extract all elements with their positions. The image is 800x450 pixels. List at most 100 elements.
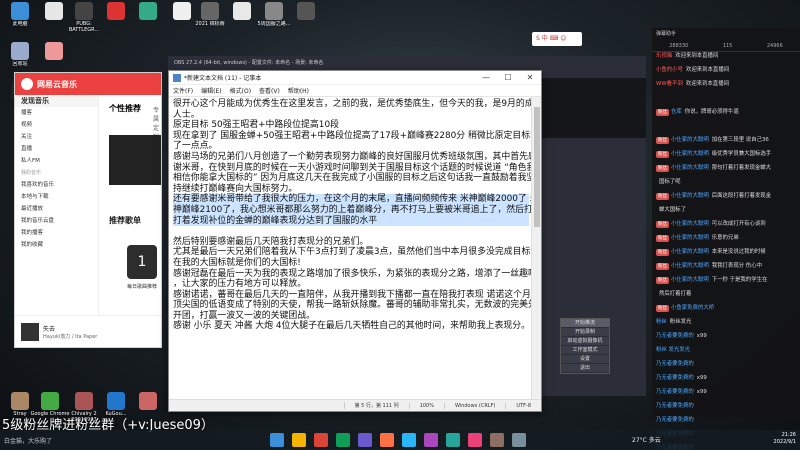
menu-edit[interactable]: 编辑(E)	[201, 86, 221, 95]
close-icon[interactable]: ✕	[519, 73, 541, 82]
danmaku-username[interactable]: 小仕家的大聪明	[671, 165, 709, 171]
tab-recommend[interactable]: 个性推荐	[109, 103, 141, 114]
sidebar-item-liked[interactable]: 我喜欢的音乐	[15, 179, 98, 191]
ime-indicator[interactable]: S 中 ⌨ ☺	[532, 32, 582, 46]
studio-mode-button[interactable]: 工作室模式	[561, 346, 609, 355]
sidebar-item-discover[interactable]: 发现音乐	[15, 95, 98, 107]
taskbar-app-icon[interactable]	[424, 433, 438, 447]
notepad-window[interactable]: *新建文本文档 (11) - 记事本 — ☐ ✕ 文件(F) 编辑(E) 格式(…	[168, 70, 542, 412]
sidebar-item-fm[interactable]: 私人FM	[15, 155, 98, 167]
danmaku-username[interactable]: 乃无者要免费的	[656, 375, 694, 381]
menu-help[interactable]: 帮助(H)	[288, 86, 309, 95]
danmaku-message: 粉丝 发光发光	[652, 346, 800, 360]
music-app-window[interactable]: 网易云音乐 发现音乐 播客 视频 关注 直播 私人FM 我的音乐 我喜欢的音乐 …	[14, 72, 162, 348]
danmaku-username[interactable]: 乃无者要免费的	[656, 389, 694, 395]
sidebar-item-my-podcast[interactable]: 我的播客	[15, 227, 98, 239]
danmaku-username[interactable]: 小鱼家免费的大桥	[671, 305, 714, 311]
menu-format[interactable]: 格式(O)	[230, 86, 251, 95]
danmaku-panel[interactable]: 弹幕助手 288330 115 24966 乐视猫 欢迎来到本直播间 小鱼的小号 欢迎…	[652, 28, 800, 450]
app-icon	[297, 2, 315, 20]
app-icon	[75, 2, 93, 20]
danmaku-username[interactable]: 小仕家的大聪明	[671, 193, 709, 199]
danmaku-username[interactable]: 小鱼的小号	[656, 67, 683, 73]
danmaku-username[interactable]: 仓库	[671, 109, 682, 115]
exit-button[interactable]: 退出	[561, 364, 609, 373]
sidebar-item-video[interactable]: 视频	[15, 119, 98, 131]
danmaku-username[interactable]: 粉丝 发光发光	[656, 347, 690, 353]
text-line: 感谢马场的兄弟们八月创造了一个勤劳表现努力巅峰的良好国服月优秀班级氛围，其中首先…	[173, 151, 531, 162]
danmaku-username[interactable]: 小仕家的大聪明	[671, 235, 709, 241]
taskbar-app-icon[interactable]	[292, 433, 306, 447]
danmaku-username[interactable]: 乃无者要免费的	[656, 403, 694, 409]
danmaku-text: x99	[696, 333, 707, 339]
start-stream-button[interactable]: 开始推流	[561, 319, 609, 328]
menu-view[interactable]: 查看(V)	[259, 86, 280, 95]
text-line: 开团，打赢一波又一波的关键团战。	[173, 310, 315, 321]
danmaku-username[interactable]: 乃无者要免费的	[656, 417, 694, 423]
music-player-bar[interactable]: 失去 Hayuki落力 / Ita Paper	[15, 315, 161, 347]
danmaku-username[interactable]: 小仕家的大聪明	[671, 277, 709, 283]
sidebar-item-cloud[interactable]: 我的音乐云盘	[15, 215, 98, 227]
taskbar-clock[interactable]: 21:26 2022/9/1	[774, 432, 796, 446]
sidebar-item-podcast[interactable]: 播客	[15, 107, 98, 119]
sidebar-item-recent[interactable]: 最近播放	[15, 203, 98, 215]
settings-button[interactable]: 设置	[561, 355, 609, 364]
notepad-text-area[interactable]: 很开心这个月能成为优秀生在这里发言，之前的我，是优秀垫底生，但今天的我，是9月的…	[171, 97, 531, 399]
app-icon	[265, 2, 283, 20]
taskbar-app-icon[interactable]	[402, 433, 416, 447]
taskbar-app-icon[interactable]	[490, 433, 504, 447]
app-icon	[201, 2, 219, 20]
desktop-icon[interactable]	[286, 2, 326, 33]
obs-titlebar: OBS 27.2.4 (64-bit, windows) - 配置文件: 未命名…	[168, 56, 542, 70]
danmaku-text: 我我打表现分 伤心中	[711, 263, 762, 269]
desktop-icon[interactable]	[34, 42, 74, 73]
danmaku-username[interactable]: 小仕家的大聪明	[671, 151, 709, 157]
text-line: 在我的大国标就是你们的大国标!	[173, 257, 301, 268]
danmaku-username[interactable]: 小仕家的大聪明	[671, 137, 709, 143]
vertical-scrollbar[interactable]	[531, 97, 541, 399]
taskbar-app-icon[interactable]	[446, 433, 460, 447]
danmaku-username[interactable]: 乃无者要免费的	[656, 361, 694, 367]
menu-file[interactable]: 文件(F)	[173, 86, 193, 95]
ime-toolbar[interactable]: S 中 ⌨ ☺	[532, 28, 644, 50]
danmaku-stats: 288330 115 24966	[652, 40, 800, 52]
sidebar-item-local[interactable]: 本地与下载	[15, 191, 98, 203]
danmaku-username[interactable]: 小仕家的大聪明	[671, 249, 709, 255]
danmaku-username[interactable]: 小仕家的大聪明	[671, 221, 709, 227]
sidebar-item-collection[interactable]: 我的收藏	[15, 239, 98, 251]
danmaku-text: 国标了呢	[659, 179, 681, 185]
text-line: 神巅峰2100了，我心想米哥都那么努力的上着巅峰分，再不打马上要被米哥追上了，然…	[173, 204, 531, 216]
virtual-cam-button[interactable]: 启动虚拟摄像机	[561, 337, 609, 346]
taskbar-app-icon[interactable]	[468, 433, 482, 447]
maximize-icon[interactable]: ☐	[497, 73, 519, 82]
sidebar-item-follow[interactable]: 关注	[15, 131, 98, 143]
taskbar-app-icon[interactable]	[512, 433, 526, 447]
taskbar-app-icon[interactable]	[314, 433, 328, 447]
danmaku-message: 粉丝 小鱼家免费的大桥	[652, 304, 800, 318]
danmaku-message: 乃无者要免费的 x99	[652, 332, 800, 346]
danmaku-message: 乃无者要免费的	[652, 416, 800, 430]
text-line: 现在拿到了 国服金蝉+50强王昭君+中路段位提高了17段+巅峰赛2280分 稍微…	[173, 130, 531, 141]
daily-recommend-label: 每日歌曲推荐	[127, 284, 158, 290]
taskbar-app-icon[interactable]	[336, 433, 350, 447]
fan-badge: 粉丝	[656, 277, 669, 284]
daily-recommend-card[interactable]: 1	[127, 245, 157, 279]
app-icon	[75, 392, 93, 410]
minimize-icon[interactable]: —	[475, 73, 497, 82]
taskbar-app-icon[interactable]	[380, 433, 394, 447]
taskbar-app-icon[interactable]	[270, 433, 284, 447]
danmaku-username[interactable]: 乃无者要免费的	[656, 333, 694, 339]
banner-card[interactable]	[109, 135, 161, 185]
sidebar-item-live[interactable]: 直播	[15, 143, 98, 155]
start-record-button[interactable]: 开始录制	[561, 328, 609, 337]
danmaku-text: x99	[696, 389, 707, 395]
danmaku-username[interactable]: 乐视猫	[656, 53, 672, 59]
taskbar-app-icon[interactable]	[358, 433, 372, 447]
danmaku-username[interactable]: 小仕家的大聪明	[671, 263, 709, 269]
danmaku-username[interactable]: WW看不到	[656, 81, 683, 87]
weather-widget[interactable]: 27°C 多云	[632, 435, 661, 444]
text-line: 打着发现补位的金蝉的巅峰表现分达到了国服的水平	[173, 215, 529, 227]
danmaku-username[interactable]: 粉丝	[656, 319, 667, 325]
album-cover[interactable]	[21, 322, 39, 341]
scroll-thumb[interactable]	[534, 107, 540, 227]
